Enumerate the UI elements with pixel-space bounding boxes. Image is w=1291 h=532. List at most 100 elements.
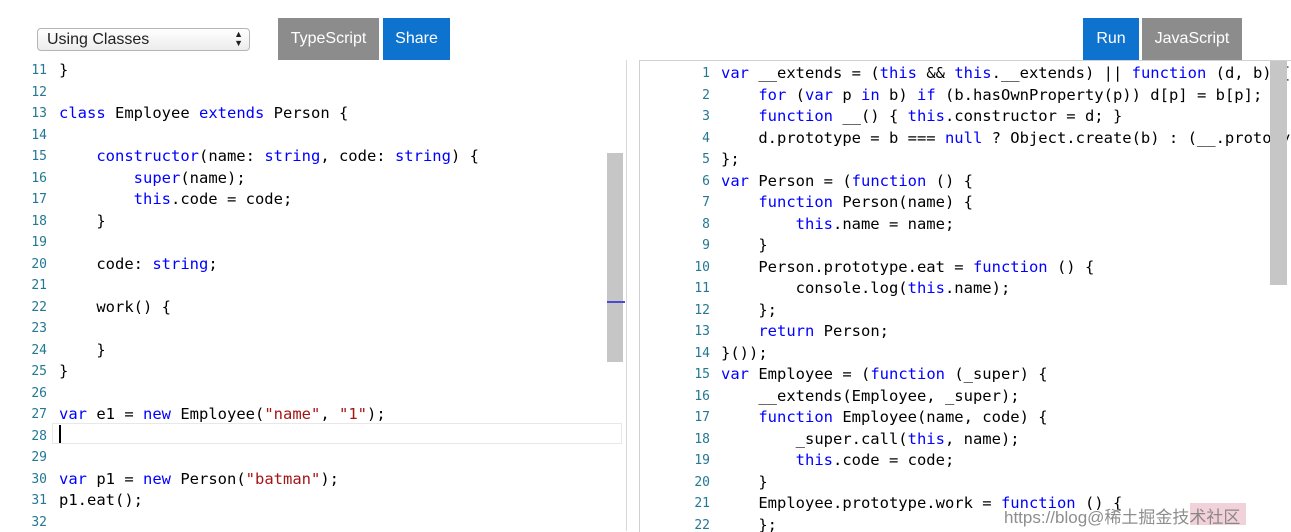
line-number: 21 [640,493,710,514]
line-number: 22 [640,515,710,532]
code-token: Person( [171,470,246,488]
ts-code-line[interactable]: 15 constructor(name: string, code: strin… [0,146,626,167]
ts-code-line[interactable]: 27var e1 = new Employee("name", "1"); [0,404,626,425]
ts-code-line[interactable]: 19 [0,232,626,253]
code-text: function __() { this.constructor = d; } [721,106,1122,127]
keyword-token: null [945,129,982,147]
code-token: Employee( [171,405,264,423]
code-text: var p1 = new Person("batman"); [59,469,339,490]
code-token: .code = code; [833,451,954,469]
code-token: , name); [945,430,1020,448]
line-number: 22 [0,297,47,318]
code-token: (_super) { [945,365,1048,383]
code-text: } [721,235,768,256]
ts-code-line[interactable]: 23 [0,318,626,339]
code-token: ( [786,86,805,104]
typescript-editor[interactable]: 3231 p1.eat();30var p1 = new Person("batm… [0,60,627,531]
line-number: 20 [0,254,47,275]
ts-code-line[interactable]: 21 [0,275,626,296]
js-code-line[interactable]: 2 for (var p in b) if (b.hasOwnProperty(… [640,85,1291,106]
ts-code-line[interactable]: 31 p1.eat(); [0,490,626,511]
typescript-button[interactable]: TypeScript [278,18,379,60]
ts-code-line[interactable]: 26 [0,383,626,404]
ts-code-line[interactable]: 17 this.code = code; [0,189,626,210]
ts-code-line[interactable]: 25} [0,361,626,382]
js-code-line[interactable]: 15var Employee = (function (_super) { [640,364,1291,385]
js-code-line[interactable]: 12 }; [640,300,1291,321]
keyword-token: if [917,86,936,104]
keyword-token: string [152,255,208,273]
ts-code-line[interactable]: 32 [0,512,626,532]
ts-code-line[interactable]: 12 [0,82,626,103]
run-button[interactable]: Run [1083,18,1139,60]
keyword-token: this [908,107,945,125]
code-text: p1.eat(); [59,490,143,511]
code-token: Person.prototype.eat = [721,258,973,276]
line-number: 4 [640,128,710,149]
code-token: d.prototype = b === [721,129,945,147]
ts-code-line[interactable]: 30var p1 = new Person("batman"); [0,469,626,490]
share-button[interactable]: Share [383,18,450,60]
line-number: 8 [640,214,710,235]
ts-code-line[interactable]: 22 work() { [0,297,626,318]
code-token: Person = ( [749,172,852,190]
keyword-token: super [134,169,181,187]
js-code-line[interactable]: 5}; [640,149,1291,170]
code-token: () { [1048,258,1095,276]
js-code-line[interactable]: 20 } [640,472,1291,493]
js-code-line[interactable]: 19 this.code = code; [640,450,1291,471]
line-number: 23 [0,318,47,339]
line-number: 14 [640,343,710,364]
ts-code-line[interactable]: 14 [0,125,626,146]
line-number: 1 [640,63,710,84]
ts-code-line[interactable]: 16 super(name); [0,168,626,189]
ts-code-line[interactable]: 29 [0,447,626,468]
javascript-output-editor[interactable]: 22 };21 Employee.prototype.work = functi… [639,60,1291,532]
js-code-line[interactable]: 11 console.log(this.name); [640,278,1291,299]
js-code-line[interactable]: 3 function __() { this.constructor = d; … [640,106,1291,127]
js-code-line[interactable]: 6var Person = (function () { [640,171,1291,192]
javascript-button[interactable]: JavaScript [1142,18,1242,60]
ts-code-line[interactable]: 24 } [0,340,626,361]
ts-editor-scrollbar[interactable] [607,153,623,362]
js-code-line[interactable]: 18 _super.call(this, name); [640,429,1291,450]
js-code-line[interactable]: 14}()); [640,343,1291,364]
js-code-line[interactable]: 7 function Person(name) { [640,192,1291,213]
code-token [721,322,758,340]
code-text: return Person; [721,321,889,342]
line-number: 16 [640,386,710,407]
js-code-line[interactable]: 13 return Person; [640,321,1291,342]
ts-code-line[interactable]: 20 code: string; [0,254,626,275]
js-code-line[interactable]: 9 } [640,235,1291,256]
ts-code-line[interactable]: 11} [0,60,626,81]
js-code-line[interactable]: 1var __extends = (this && this.__extends… [640,63,1291,84]
code-text: } [59,211,106,232]
js-code-line[interactable]: 4 d.prototype = b === null ? Object.crea… [640,128,1291,149]
ts-code-line[interactable]: 18 } [0,211,626,232]
code-text: this.name = name; [721,214,954,235]
keyword-token: this [908,430,945,448]
line-number: 28 [0,426,47,447]
keyword-token: this [134,190,171,208]
code-token [59,190,134,208]
js-code-line[interactable]: 8 this.name = name; [640,214,1291,235]
string-token: "1" [339,405,367,423]
keyword-token: this [796,451,833,469]
keyword-token: var [721,64,749,82]
js-code-line[interactable]: 17 function Employee(name, code) { [640,407,1291,428]
code-token: }; [721,150,740,168]
code-token: } [721,473,768,491]
js-code-line[interactable]: 16 __extends(Employee, _super); [640,386,1291,407]
js-output-scrollbar[interactable] [1270,61,1287,285]
code-token: (name); [180,169,245,187]
line-number: 6 [640,171,710,192]
example-select[interactable]: Using Classes ▲▼ [37,28,250,51]
line-number: 27 [0,404,47,425]
line-number: 31 [0,490,47,511]
line-number: 14 [0,125,47,146]
js-code-line[interactable]: 10 Person.prototype.eat = function () { [640,257,1291,278]
ts-code-line[interactable]: 13class Employee extends Person { [0,103,626,124]
code-token [59,169,134,187]
keyword-token: function [758,408,833,426]
example-select-value: Using Classes [47,31,149,48]
